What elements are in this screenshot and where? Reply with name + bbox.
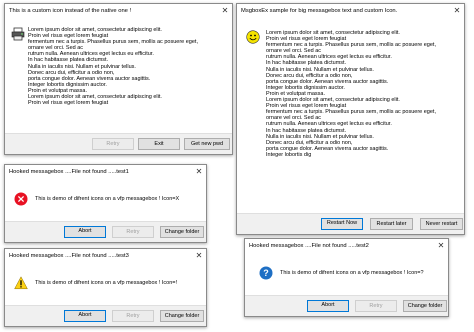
- message-text: This is demo of difrent icons on a vfp m…: [280, 270, 424, 276]
- restart-later-button[interactable]: Restart later: [370, 218, 413, 230]
- dialog-button-bar: Abort Retry Change folder: [5, 221, 206, 242]
- dialog-title: Hooked messagebox ....File not found ...…: [9, 169, 129, 175]
- retry-button[interactable]: Retry: [112, 226, 154, 238]
- message-line: Integer lobortis dig: [266, 151, 312, 158]
- retry-button[interactable]: Retry: [112, 310, 154, 322]
- dialog-title: This is a custom icon instead of the nat…: [9, 8, 132, 14]
- message-line: This is demo of difrent icons on a vfp m…: [280, 270, 424, 276]
- message-text: Lorem ipsum dolor sit amet, consectetur …: [28, 27, 198, 106]
- smiley-icon: [246, 30, 260, 44]
- close-icon[interactable]: ✕: [192, 249, 206, 263]
- error-icon-dialog: Hooked messagebox ....File not found ...…: [4, 164, 207, 243]
- retry-button[interactable]: Retry: [92, 138, 134, 150]
- get-new-pwd-button[interactable]: Get new pwd: [184, 138, 230, 150]
- svg-text:?: ?: [263, 268, 269, 278]
- dialog-title-bar: Hooked messagebox ....File not found ...…: [245, 239, 448, 253]
- warning-icon-dialog: Hooked messagebox ....File not found ...…: [4, 248, 207, 327]
- close-icon[interactable]: ✕: [218, 4, 232, 18]
- never-restart-button[interactable]: Never restart: [420, 218, 463, 230]
- message-text: Lorem ipsum dolor sit amet, consectetur …: [266, 30, 436, 158]
- question-icon-dialog: Hooked messagebox ....File not found ...…: [244, 238, 449, 317]
- dialog-button-bar: Restart Now Restart later Never restart: [237, 213, 464, 234]
- message-line: Proin vel risus eget lorem feugiat: [28, 100, 109, 107]
- close-icon[interactable]: ✕: [450, 4, 464, 18]
- dialog-title-bar: MsgboxEx sample for big messagebox text …: [237, 4, 464, 18]
- dialog-body: This is demo of difrent icons on a vfp m…: [5, 263, 206, 306]
- dialog-title: MsgboxEx sample for big messagebox text …: [241, 8, 398, 14]
- restart-now-button[interactable]: Restart Now: [321, 218, 363, 230]
- dialog-button-bar: Retry Exit Get new pwd: [5, 133, 232, 154]
- abort-button[interactable]: Abort: [307, 300, 349, 312]
- dialog-body: Lorem ipsum dolor sit amet, consectetur …: [237, 18, 464, 214]
- abort-button[interactable]: Abort: [64, 310, 106, 322]
- question-icon: ?: [259, 266, 273, 280]
- big-text-dialog: MsgboxEx sample for big messagebox text …: [236, 3, 465, 235]
- error-icon: [14, 192, 28, 206]
- dialog-title-bar: Hooked messagebox ....File not found ...…: [5, 249, 206, 263]
- printer-icon: [11, 27, 25, 41]
- dialog-title: Hooked messagebox ....File not found ...…: [9, 253, 129, 259]
- dialog-button-bar: Abort Retry Change folder: [5, 305, 206, 326]
- message-line: This is demo of difrent icons on a vfp m…: [35, 280, 178, 286]
- dialog-title: Hooked messagebox ....File not found ...…: [249, 243, 369, 249]
- exit-button[interactable]: Exit: [138, 138, 180, 150]
- warning-icon: [14, 276, 28, 290]
- close-icon[interactable]: ✕: [192, 165, 206, 179]
- dialog-body: Lorem ipsum dolor sit amet, consectetur …: [5, 18, 232, 134]
- message-text: This is demo of difrent icons on a vfp m…: [35, 280, 177, 286]
- dialog-body: ? This is demo of difrent icons on a vfp…: [245, 253, 448, 296]
- close-icon[interactable]: ✕: [434, 239, 448, 253]
- abort-button[interactable]: Abort: [64, 226, 106, 238]
- dialog-body: This is demo of difrent icons on a vfp m…: [5, 179, 206, 222]
- message-text: This is demo of difrent icons on a vfp m…: [35, 196, 179, 202]
- change-folder-button[interactable]: Change folder: [160, 310, 204, 322]
- custom-icon-dialog: This is a custom icon instead of the nat…: [4, 3, 233, 155]
- dialog-title-bar: Hooked messagebox ....File not found ...…: [5, 165, 206, 179]
- change-folder-button[interactable]: Change folder: [160, 226, 204, 238]
- message-line: This is demo of difrent icons on a vfp m…: [35, 196, 180, 202]
- dialog-title-bar: This is a custom icon instead of the nat…: [5, 4, 232, 18]
- change-folder-button[interactable]: Change folder: [403, 300, 447, 312]
- retry-button[interactable]: Retry: [355, 300, 397, 312]
- dialog-button-bar: Abort Retry Change folder: [245, 295, 448, 316]
